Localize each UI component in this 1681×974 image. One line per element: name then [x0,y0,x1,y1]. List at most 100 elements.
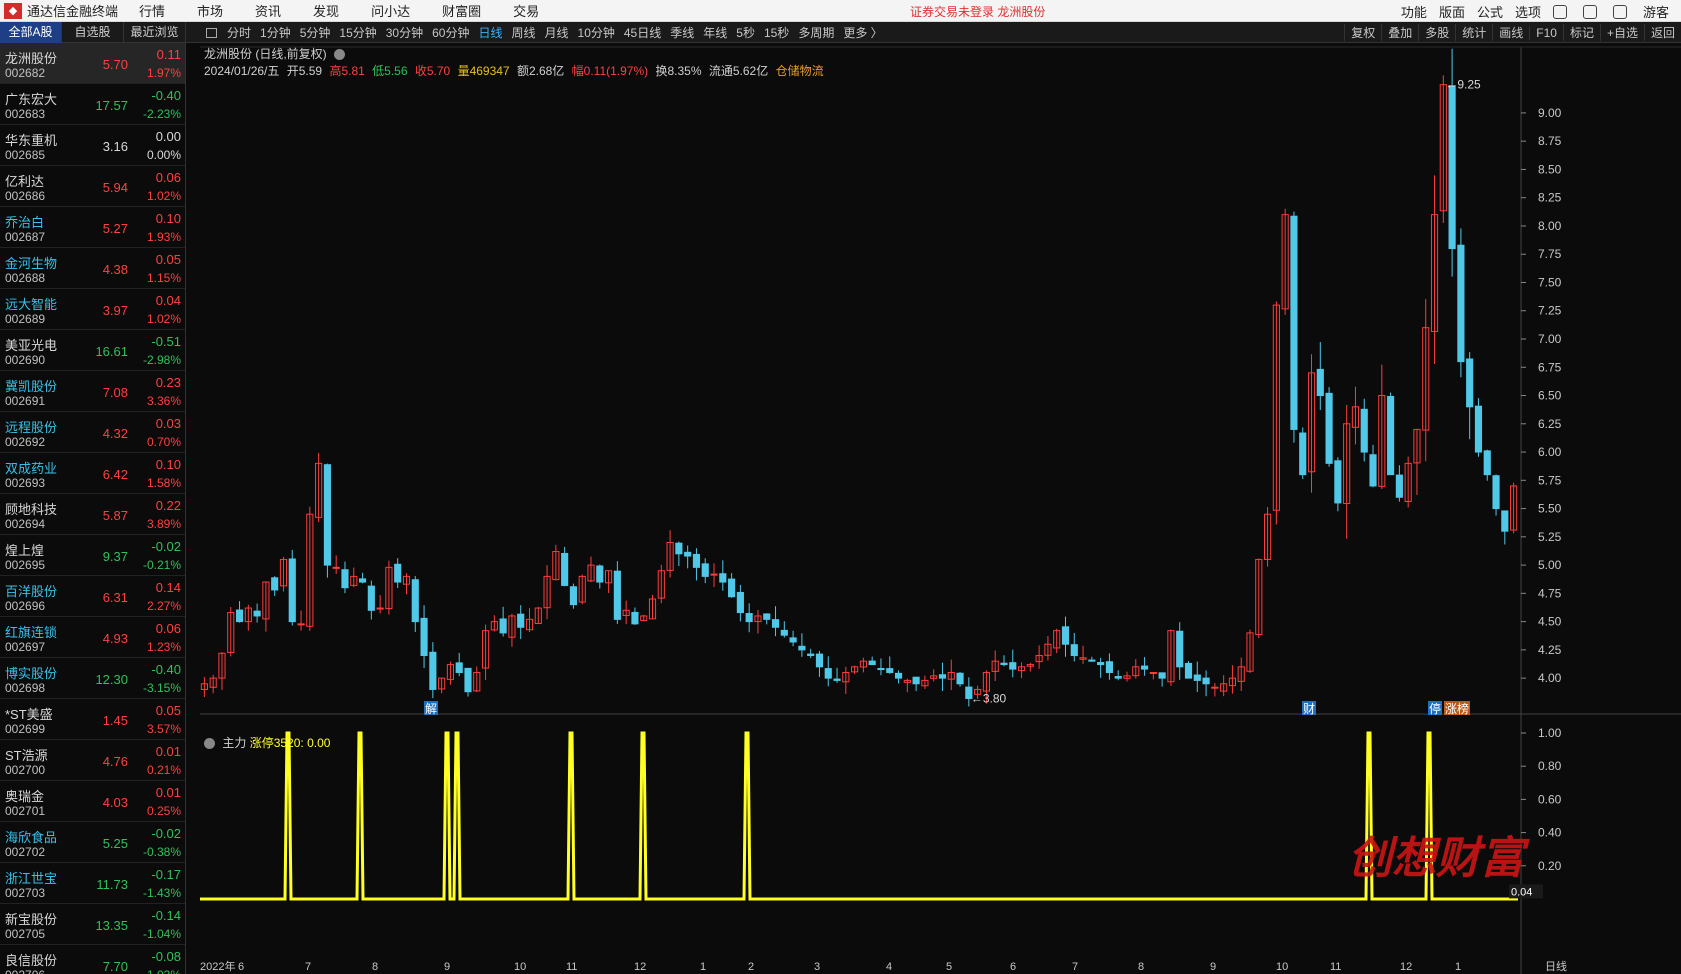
stock-price: 3.16 [102,139,128,154]
tab-1[interactable]: 自选股 [62,22,124,43]
tool-6[interactable]: 标记 [1562,24,1600,41]
period-4[interactable]: 30分钟 [386,24,423,41]
stock-row[interactable]: 广东宏大 002683 17.57 -0.40 -2.23% [0,84,185,125]
stock-row[interactable]: 海欣食品 002702 5.25 -0.02 -0.38% [0,822,185,863]
period-15[interactable]: 多周期 [798,24,834,41]
right-menu-item-1[interactable]: 版面 [1439,2,1465,21]
menu-item-3[interactable]: 发现 [313,1,339,20]
stock-change: 0.03 [155,416,181,431]
stock-row[interactable]: 顾地科技 002694 5.87 0.22 3.89% [0,494,185,535]
right-menu-item-2[interactable]: 公式 [1477,2,1503,21]
stock-row[interactable]: 红旗连锁 002697 4.93 0.06 1.23% [0,617,185,658]
tool-1[interactable]: 叠加 [1381,24,1418,41]
menu-item-1[interactable]: 市场 [197,1,223,20]
stock-code: 002695 [5,558,46,572]
refresh-icon[interactable] [1552,4,1567,19]
chevron-down-icon[interactable] [334,49,346,61]
stock-row[interactable]: 金河生物 002688 4.38 0.05 1.15% [0,248,185,289]
candle-body [1290,215,1298,430]
stock-code: 002698 [5,681,46,695]
indicator-name[interactable]: 主力 [222,736,246,750]
event-tag: 涨榜 [1445,701,1469,716]
stock-change: 0.06 [155,170,181,185]
x-axis-label: 4 [886,961,892,973]
tab-2[interactable]: 最近浏览 [124,22,186,43]
stock-row[interactable]: 良信股份002706 7.70 -0.08 -1.03% [0,945,185,974]
mail-icon[interactable] [1612,4,1627,19]
stock-row[interactable]: ST浩源 002700 4.76 0.01 0.21% [0,740,185,781]
menu-item-6[interactable]: 交易 [513,1,539,20]
tool-7[interactable]: +自选 [1599,24,1644,41]
tool-4[interactable]: 画线 [1492,24,1529,41]
kline-chart[interactable]: 4.00 4.25 4.50 4.75 5.00 5.25 5.50 5.75 6.00 6.25… [200,43,1681,974]
menu-item-5[interactable]: 财富圈 [442,1,481,20]
period-2[interactable]: 5分钟 [300,24,331,41]
stock-row[interactable]: 新宝股份 002705 13.35 -0.14 -1.04% [0,904,185,945]
right-menu-item-0[interactable]: 功能 [1401,2,1427,21]
candle-body [1501,510,1509,532]
stock-row[interactable]: 远大智能 002689 3.97 0.04 1.02% [0,289,185,330]
stock-row[interactable]: *ST美盛 002699 1.45 0.05 3.57% [0,699,185,740]
period-13[interactable]: 5秒 [736,24,755,41]
period-16[interactable]: 更多 〉 [843,24,882,41]
stock-change: -0.02 [151,539,181,554]
right-menu-item-3[interactable]: 选项 [1515,2,1541,21]
menu-item-2[interactable]: 资讯 [255,1,281,20]
menu-item-4[interactable]: 问小达 [371,1,410,20]
period-9[interactable]: 10分钟 [578,24,615,41]
tool-3[interactable]: 统计 [1455,24,1492,41]
stock-price: 17.57 [95,98,128,113]
period-7[interactable]: 周线 [511,24,535,41]
stock-row[interactable]: 龙洲股份 002682 5.70 0.11 1.97% [0,43,185,84]
stock-price: 5.94 [102,180,128,195]
stock-row[interactable]: 远程股份 002692 4.32 0.03 0.70% [0,412,185,453]
stock-row[interactable]: 百洋股份 002696 6.31 0.14 2.27% [0,576,185,617]
tool-2[interactable]: 多股 [1418,24,1455,41]
period-8[interactable]: 月线 [545,24,569,41]
indicator-toggle-icon[interactable] [204,738,215,750]
user-label[interactable]: 游客 [1643,2,1669,21]
stock-row[interactable]: 冀凯股份 002691 7.08 0.23 3.36% [0,371,185,412]
stock-row[interactable]: 博实股份 002698 12.30 -0.40 -3.15% [0,658,185,699]
stock-row[interactable]: 浙江世宝 002703 11.73 -0.17 -1.43% [0,863,185,904]
period-1[interactable]: 1分钟 [260,24,291,41]
stock-code: 002706 [5,968,45,974]
period-12[interactable]: 年线 [703,24,727,41]
period-11[interactable]: 季线 [670,24,694,41]
stock-code: 002693 [5,476,46,490]
info-concept[interactable]: 仓储物流 [776,64,824,78]
stock-row[interactable]: 华东重机 002685 3.16 0.00 0.00% [0,125,185,166]
stock-pct: 1.15% [146,271,181,285]
stock-row[interactable]: 煌上煌 002695 9.37 -0.02 -0.21% [0,535,185,576]
period-0[interactable]: 分时 [227,24,251,41]
period-14[interactable]: 15秒 [764,24,789,41]
tool-8[interactable]: 返回 [1643,24,1681,41]
stock-row[interactable]: 乔治白 002687 5.27 0.10 1.93% [0,207,185,248]
tool-5[interactable]: F10 [1529,25,1563,40]
stock-name: 海欣食品 [5,830,58,845]
menu-item-0[interactable]: 行情 [139,1,165,20]
period-3[interactable]: 15分钟 [339,24,376,41]
info-amount: 额2.68亿 [516,64,565,78]
trade-login-notice[interactable]: 证券交易未登录 龙洲股份 [910,3,1045,20]
stock-row[interactable]: 亿利达 002686 5.94 0.06 1.02% [0,166,185,207]
stock-change: 0.14 [155,580,181,595]
tab-0[interactable]: 全部A股 [0,22,62,43]
candle-body [710,573,718,576]
period-6[interactable]: 日线 [478,24,502,41]
stock-row[interactable]: 双成药业 002693 6.42 0.10 1.58% [0,453,185,494]
stock-row[interactable]: 奥瑞金 002701 4.03 0.01 0.25% [0,781,185,822]
tool-0[interactable]: 复权 [1344,24,1381,41]
phone-icon[interactable] [1582,4,1597,19]
period-5[interactable]: 60分钟 [432,24,469,41]
candle-body [877,668,885,671]
stock-code: 002701 [5,804,46,818]
panel-toggle-icon[interactable] [206,27,217,38]
candle-body [561,553,569,586]
price-tick-label: 8.25 [1538,191,1562,205]
candle-body [684,551,692,557]
stock-row[interactable]: 美亚光电 002690 16.61 -0.51 -2.98% [0,330,185,371]
period-10[interactable]: 45日线 [624,24,661,41]
stock-name: 华东重机 [5,133,58,148]
candle-body [745,613,753,623]
